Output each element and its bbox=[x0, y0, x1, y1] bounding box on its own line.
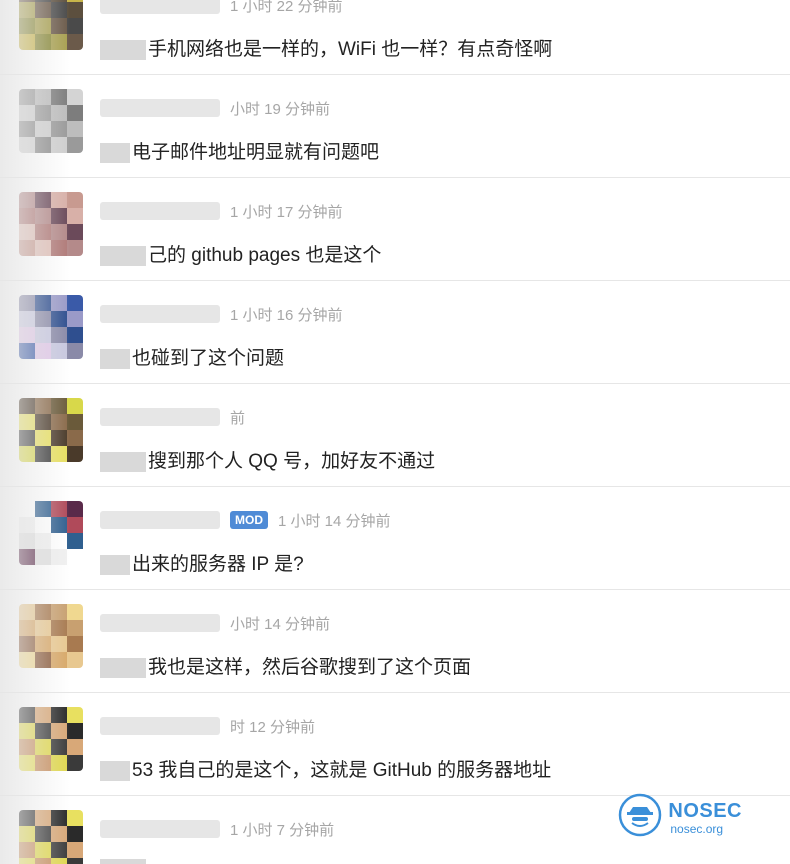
comment-timestamp[interactable]: 小时 14 分钟前 bbox=[230, 613, 330, 634]
comment-meta: 1 小时 17 分钟前 bbox=[100, 199, 343, 223]
comment-text bbox=[100, 858, 148, 864]
username-redacted[interactable] bbox=[100, 202, 220, 220]
avatar[interactable] bbox=[19, 501, 83, 565]
comment-timestamp[interactable]: 1 小时 16 分钟前 bbox=[230, 304, 343, 325]
comment-timestamp[interactable]: 时 12 分钟前 bbox=[230, 716, 315, 737]
comment-item: 小时 14 分钟前我也是这样，然后谷歌搜到了这个页面 bbox=[0, 590, 790, 693]
comment-body: 手机网络也是一样的，WiFi 也一样？有点奇怪啊 bbox=[148, 39, 553, 60]
mod-badge: MOD bbox=[230, 511, 268, 529]
avatar[interactable] bbox=[19, 707, 83, 771]
comment-item: 1 小时 22 分钟前手机网络也是一样的，WiFi 也一样？有点奇怪啊 bbox=[0, 0, 790, 75]
comment-text: 出来的服务器 IP 是? bbox=[100, 549, 304, 576]
redacted-text bbox=[100, 142, 130, 163]
avatar[interactable] bbox=[19, 604, 83, 668]
comment-body: 己的 github pages 也是这个 bbox=[148, 245, 382, 266]
comment-meta: 1 小时 7 分钟前 bbox=[100, 817, 334, 841]
comment-item: 小时 19 分钟前电子邮件地址明显就有问题吧 bbox=[0, 75, 790, 178]
avatar[interactable] bbox=[19, 89, 83, 153]
comment-body: 搜到那个人 QQ 号，加好友不通过 bbox=[148, 451, 436, 472]
comment-text: 也碰到了这个问题 bbox=[100, 343, 284, 370]
comment-text: 搜到那个人 QQ 号，加好友不通过 bbox=[100, 446, 435, 473]
redacted-text bbox=[100, 451, 146, 472]
redacted-text bbox=[100, 858, 146, 864]
comment-feed: 1 小时 22 分钟前手机网络也是一样的，WiFi 也一样？有点奇怪啊小时 19… bbox=[0, 0, 790, 864]
username-redacted[interactable] bbox=[100, 0, 220, 14]
redacted-text bbox=[100, 348, 130, 369]
avatar[interactable] bbox=[19, 192, 83, 256]
comment-body: 我也是这样，然后谷歌搜到了这个页面 bbox=[148, 657, 472, 678]
comment-meta: 1 小时 22 分钟前 bbox=[100, 0, 343, 17]
comment-text: 电子邮件地址明显就有问题吧 bbox=[100, 137, 379, 164]
comment-text: 手机网络也是一样的，WiFi 也一样？有点奇怪啊 bbox=[100, 34, 552, 61]
comment-meta: 时 12 分钟前 bbox=[100, 714, 315, 738]
username-redacted[interactable] bbox=[100, 614, 220, 632]
comment-text: 我也是这样，然后谷歌搜到了这个页面 bbox=[100, 652, 471, 679]
comment-item: 时 12 分钟前 53 我自己的是这个，这就是 GitHub 的服务器地址 bbox=[0, 693, 790, 796]
watermark-brand: NOSEC bbox=[668, 799, 742, 822]
avatar[interactable] bbox=[19, 0, 83, 50]
comment-text: 己的 github pages 也是这个 bbox=[100, 240, 381, 267]
redacted-text bbox=[100, 245, 146, 266]
comment-item: 1 小时 16 分钟前也碰到了这个问题 bbox=[0, 281, 790, 384]
comment-body: 也碰到了这个问题 bbox=[132, 348, 285, 369]
comment-meta: 1 小时 16 分钟前 bbox=[100, 302, 343, 326]
watermark-site: nosec.org bbox=[670, 821, 724, 836]
comment-meta: 前 bbox=[100, 405, 245, 429]
nosec-watermark: NOSEC nosec.org bbox=[618, 793, 742, 842]
comment-page: 1 小时 22 分钟前手机网络也是一样的，WiFi 也一样？有点奇怪啊小时 19… bbox=[0, 0, 790, 864]
comment-item: MOD 1 小时 14 分钟前出来的服务器 IP 是? bbox=[0, 487, 790, 590]
username-redacted[interactable] bbox=[100, 408, 220, 426]
comment-item: 前搜到那个人 QQ 号，加好友不通过 bbox=[0, 384, 790, 487]
comment-timestamp[interactable]: 1 小时 17 分钟前 bbox=[230, 201, 343, 222]
comment-timestamp[interactable]: 小时 19 分钟前 bbox=[230, 98, 330, 119]
username-redacted[interactable] bbox=[100, 305, 220, 323]
avatar[interactable] bbox=[19, 810, 83, 864]
redacted-text bbox=[100, 554, 130, 575]
comment-meta: 小时 19 分钟前 bbox=[100, 96, 330, 120]
comment-body: 电子邮件地址明显就有问题吧 bbox=[132, 142, 380, 163]
redacted-text bbox=[100, 657, 146, 678]
username-redacted[interactable] bbox=[100, 820, 220, 838]
redacted-text bbox=[100, 39, 146, 60]
username-redacted[interactable] bbox=[100, 99, 220, 117]
nosec-logo-icon bbox=[618, 793, 662, 842]
comment-text: 53 我自己的是这个，这就是 GitHub 的服务器地址 bbox=[100, 755, 551, 782]
redacted-text bbox=[100, 760, 130, 781]
comment-meta: MOD 1 小时 14 分钟前 bbox=[100, 508, 391, 532]
avatar[interactable] bbox=[19, 295, 83, 359]
avatar[interactable] bbox=[19, 398, 83, 462]
comment-body: 53 我自己的是这个，这就是 GitHub 的服务器地址 bbox=[132, 760, 552, 781]
comment-timestamp[interactable]: 1 小时 22 分钟前 bbox=[230, 0, 343, 16]
comment-body: 出来的服务器 IP 是? bbox=[132, 554, 304, 575]
username-redacted[interactable] bbox=[100, 717, 220, 735]
comment-meta: 小时 14 分钟前 bbox=[100, 611, 330, 635]
comment-timestamp[interactable]: 1 小时 7 分钟前 bbox=[230, 819, 334, 840]
comment-timestamp[interactable]: 前 bbox=[230, 407, 245, 428]
username-redacted[interactable] bbox=[100, 511, 220, 529]
comment-timestamp[interactable]: 1 小时 14 分钟前 bbox=[278, 510, 391, 531]
comment-item: 1 小时 17 分钟前己的 github pages 也是这个 bbox=[0, 178, 790, 281]
